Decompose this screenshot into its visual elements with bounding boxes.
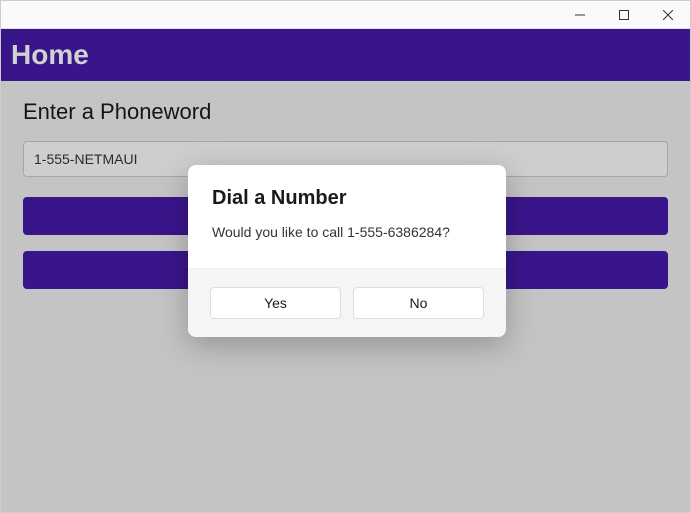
minimize-icon bbox=[575, 10, 585, 20]
dialog-title: Dial a Number bbox=[212, 187, 482, 210]
dialog-message: Would you like to call 1-555-6386284? bbox=[212, 224, 482, 240]
maximize-icon bbox=[619, 10, 629, 20]
dialog-actions: Yes No bbox=[188, 268, 506, 337]
dialog-body: Dial a Number Would you like to call 1-5… bbox=[188, 165, 506, 268]
close-button[interactable] bbox=[646, 1, 690, 29]
minimize-button[interactable] bbox=[558, 1, 602, 29]
dial-dialog: Dial a Number Would you like to call 1-5… bbox=[188, 165, 506, 337]
maximize-button[interactable] bbox=[602, 1, 646, 29]
close-icon bbox=[663, 10, 673, 20]
no-button[interactable]: No bbox=[353, 287, 484, 319]
yes-button[interactable]: Yes bbox=[210, 287, 341, 319]
window-titlebar bbox=[1, 1, 690, 29]
